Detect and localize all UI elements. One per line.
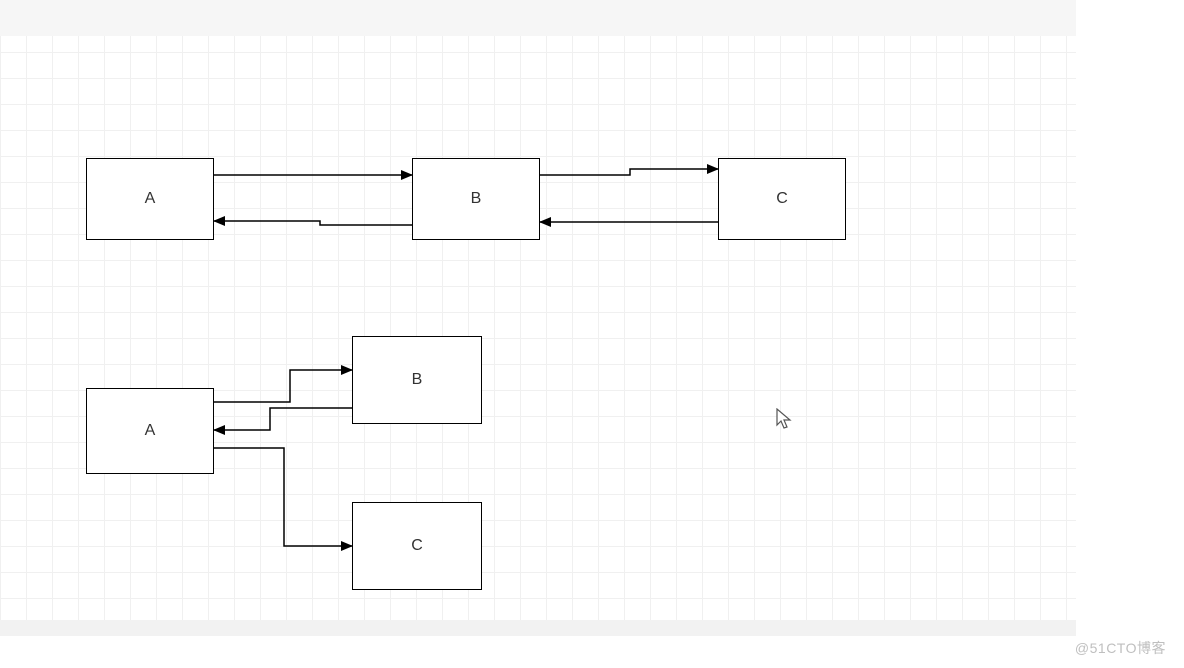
box-label: A [145,190,156,208]
box-b-1[interactable]: B [412,158,540,240]
diagram-canvas [0,0,1076,630]
right-panel [1076,0,1184,668]
top-margin [0,0,1076,36]
box-a-1[interactable]: A [86,158,214,240]
box-label: B [471,190,482,208]
bottom-margin [0,620,1076,636]
box-label: C [776,190,788,208]
box-c-2[interactable]: C [352,502,482,590]
box-a-2[interactable]: A [86,388,214,474]
watermark: @51CTO博客 [1075,638,1166,658]
box-label: B [412,371,423,389]
box-label: C [411,537,423,555]
box-c-1[interactable]: C [718,158,846,240]
box-b-2[interactable]: B [352,336,482,424]
box-label: A [145,422,156,440]
